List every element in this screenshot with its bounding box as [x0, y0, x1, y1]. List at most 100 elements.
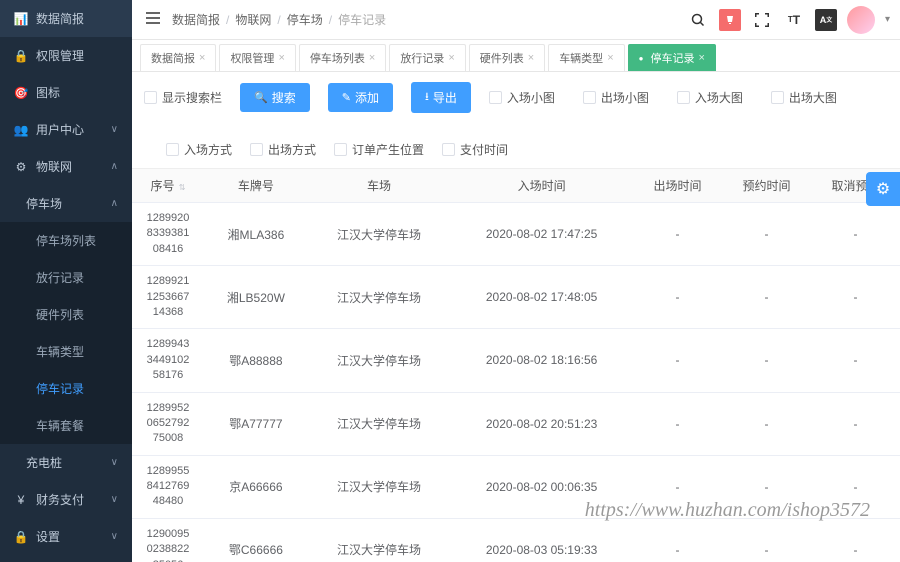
breadcrumb-item[interactable]: 停车场 [287, 11, 323, 28]
column-checkbox[interactable]: 支付时间 [442, 141, 508, 158]
column-checkbox[interactable]: 出场大图 [771, 89, 837, 106]
close-icon[interactable]: × [199, 52, 205, 64]
cell-lot: 江汉大学停车场 [308, 266, 450, 329]
cell-lot: 江汉大学停车场 [308, 518, 450, 562]
cell-out: - [633, 329, 722, 392]
column-checkbox[interactable]: 入场小图 [489, 89, 555, 106]
menu-icon: 📊 [14, 12, 28, 26]
avatar[interactable] [847, 6, 875, 34]
close-icon[interactable]: × [528, 52, 534, 64]
fullscreen-icon[interactable] [751, 9, 773, 31]
sidebar-item[interactable]: 🔒设置∨ [0, 518, 132, 555]
chevron-down-icon[interactable]: ▾ [885, 14, 890, 25]
menu-icon: ¥ [14, 493, 28, 507]
cell-id: 1289920833938108416 [132, 203, 204, 266]
cell-plate: 京A66666 [204, 455, 308, 518]
table-row[interactable]: 1289920833938108416 湘MLA386 江汉大学停车场 2020… [132, 203, 900, 266]
cell-lot: 江汉大学停车场 [308, 329, 450, 392]
tab[interactable]: 车辆类型× [548, 44, 624, 71]
tabs: 数据简报×权限管理×停车场列表×放行记录×硬件列表×车辆类型×停车记录× [132, 40, 900, 72]
table-row[interactable]: 1289952065279275008 鄂A77777 江汉大学停车场 2020… [132, 392, 900, 455]
tab[interactable]: 数据简报× [140, 44, 216, 71]
sidebar-item[interactable]: ¥财务支付∨ [0, 481, 132, 518]
sidebar-item[interactable]: ⚙物联网∧ [0, 148, 132, 185]
download-icon: ⭳ [425, 88, 429, 107]
cell-in: 2020-08-03 05:19:33 [450, 518, 633, 562]
sidebar-item[interactable]: 🔒权限管理 [0, 37, 132, 74]
chevron-icon: ∨ [111, 124, 118, 135]
close-icon[interactable]: × [448, 52, 454, 64]
sidebar-sub-item[interactable]: 停车场列表 [0, 222, 132, 259]
search-button[interactable]: 🔍搜索 [240, 83, 310, 112]
table-row[interactable]: 1290095023882285056 鄂C66666 江汉大学停车场 2020… [132, 518, 900, 562]
cell-out: - [633, 455, 722, 518]
cell-book: - [722, 203, 811, 266]
sidebar-sub-item[interactable]: 车辆套餐 [0, 407, 132, 444]
tab[interactable]: 硬件列表× [469, 44, 545, 71]
column-header[interactable]: 序号 ⇅ [132, 169, 204, 203]
menu-icon: 🔒 [14, 530, 28, 544]
sidebar-item-parking[interactable]: 停车场 ∧ [0, 185, 132, 222]
cell-cancel: - [811, 266, 900, 329]
table-wrap[interactable]: 序号 ⇅车牌号车场入场时间出场时间预约时间取消预约 12899208339381… [132, 169, 900, 562]
cell-in: 2020-08-02 00:06:35 [450, 455, 633, 518]
column-header[interactable]: 车牌号 [204, 169, 308, 203]
breadcrumb-item[interactable]: 物联网 [235, 11, 271, 28]
close-icon[interactable]: × [698, 52, 704, 64]
menu-icon: 🔒 [14, 49, 28, 63]
sidebar-sub-item[interactable]: 硬件列表 [0, 296, 132, 333]
add-button[interactable]: ✎添加 [328, 83, 393, 112]
cell-lot: 江汉大学停车场 [308, 455, 450, 518]
language-icon[interactable]: A文 [815, 9, 837, 31]
breadcrumb-item[interactable]: 数据简报 [172, 11, 220, 28]
table-row[interactable]: 1289921125366714368 湘LB520W 江汉大学停车场 2020… [132, 266, 900, 329]
cell-cancel: - [811, 455, 900, 518]
column-header[interactable]: 车场 [308, 169, 450, 203]
hamburger-icon[interactable] [142, 8, 164, 31]
tab[interactable]: 放行记录× [389, 44, 465, 71]
cell-in: 2020-08-02 17:47:25 [450, 203, 633, 266]
cell-in: 2020-08-02 18:16:56 [450, 329, 633, 392]
tab[interactable]: 停车场列表× [299, 44, 386, 71]
cell-cancel: - [811, 518, 900, 562]
table-row[interactable]: 1289955841276948480 京A66666 江汉大学停车场 2020… [132, 455, 900, 518]
search-icon[interactable] [687, 9, 709, 31]
column-checkbox[interactable]: 入场方式 [166, 141, 232, 158]
sidebar-sub-item[interactable]: 停车记录 [0, 370, 132, 407]
cell-id: 1289955841276948480 [132, 455, 204, 518]
notification-icon[interactable] [719, 9, 741, 31]
font-size-icon[interactable]: TT [783, 9, 805, 31]
cell-cancel: - [811, 329, 900, 392]
close-icon[interactable]: × [369, 52, 375, 64]
toolbar: 显示搜索栏 🔍搜索 ✎添加 ⭳导出 入场小图 出场小图 入场大图 出场大图 入场方式 出… [132, 72, 900, 169]
export-button[interactable]: ⭳导出 [411, 82, 471, 113]
close-icon[interactable]: × [607, 52, 613, 64]
cell-book: - [722, 392, 811, 455]
close-icon[interactable]: × [278, 52, 284, 64]
sidebar-item[interactable]: 🎯图标 [0, 74, 132, 111]
cell-plate: 湘MLA386 [204, 203, 308, 266]
tab[interactable]: 权限管理× [219, 44, 295, 71]
show-search-checkbox[interactable]: 显示搜索栏 [144, 89, 222, 106]
sort-icon[interactable]: ⇅ [177, 183, 186, 192]
column-checkbox[interactable]: 出场方式 [250, 141, 316, 158]
column-checkbox[interactable]: 订单产生位置 [334, 141, 424, 158]
main: 数据简报/ 物联网/ 停车场/ 停车记录 TT A文 [132, 0, 900, 562]
sidebar-sub-item[interactable]: 放行记录 [0, 259, 132, 296]
sidebar-item[interactable]: 👥用户中心∨ [0, 111, 132, 148]
cell-plate: 鄂A77777 [204, 392, 308, 455]
sidebar-sub-item[interactable]: 车辆类型 [0, 333, 132, 370]
sidebar-item[interactable]: 📊数据简报 [0, 0, 132, 37]
sidebar-item-charger[interactable]: 充电桩 ∨ [0, 444, 132, 481]
table-row[interactable]: 1289943344910258176 鄂A88888 江汉大学停车场 2020… [132, 329, 900, 392]
column-header[interactable]: 入场时间 [450, 169, 633, 203]
column-checkbox[interactable]: 入场大图 [677, 89, 743, 106]
cell-book: - [722, 329, 811, 392]
cell-plate: 鄂A88888 [204, 329, 308, 392]
column-header[interactable]: 预约时间 [722, 169, 811, 203]
settings-gear-icon[interactable]: ⚙ [866, 172, 900, 206]
column-header[interactable]: 出场时间 [633, 169, 722, 203]
tab[interactable]: 停车记录× [628, 44, 716, 71]
column-checkbox[interactable]: 出场小图 [583, 89, 649, 106]
cell-id: 1289943344910258176 [132, 329, 204, 392]
